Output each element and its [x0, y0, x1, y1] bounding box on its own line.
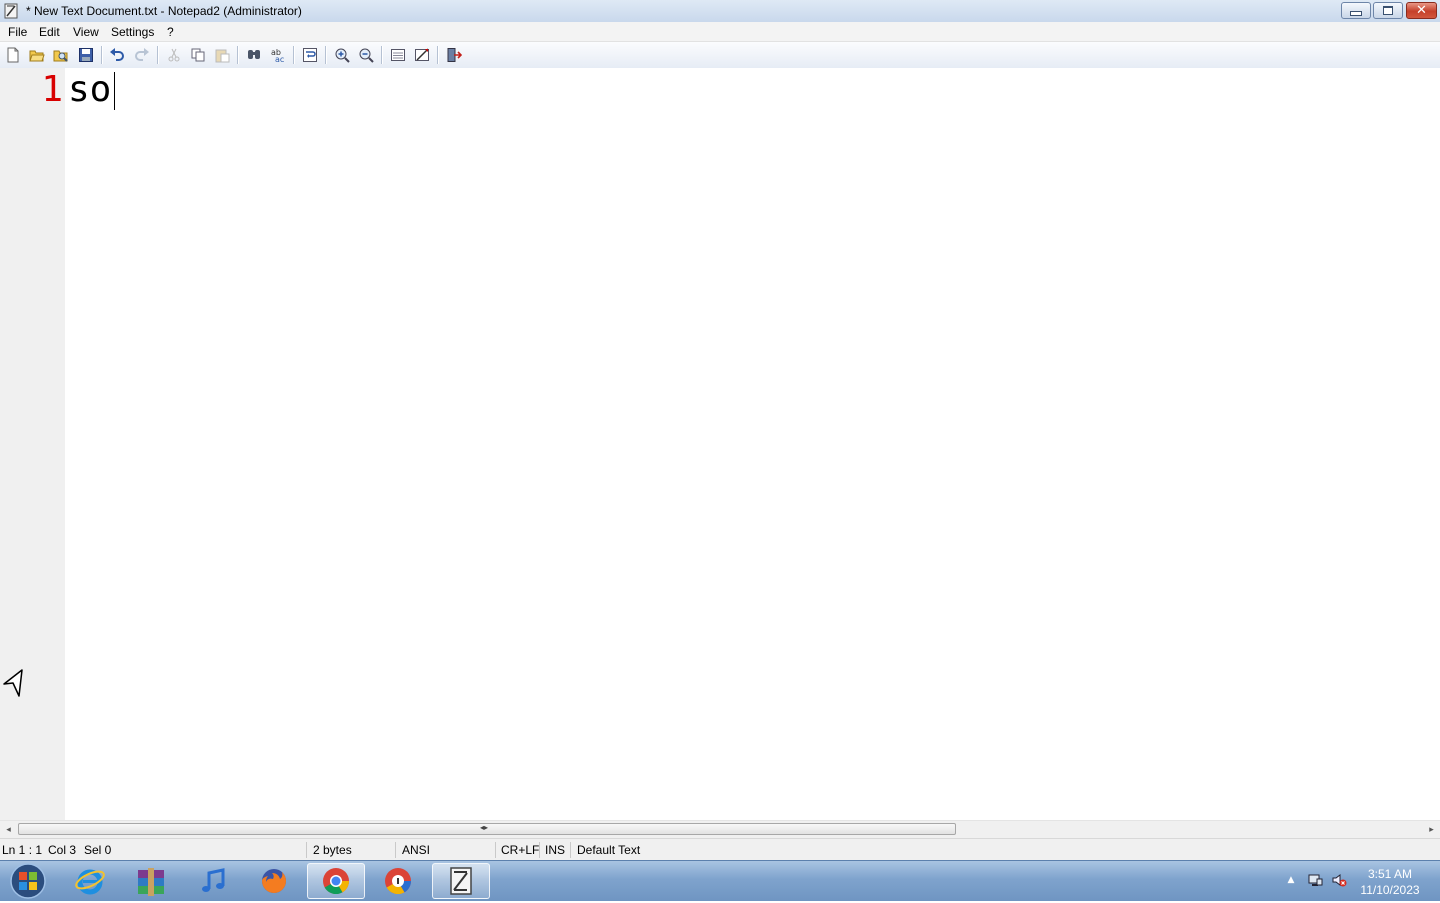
start-button[interactable]	[4, 862, 50, 900]
taskbar-chrome[interactable]	[307, 863, 365, 899]
system-clock[interactable]: 3:51 AM 11/10/2023	[1352, 866, 1428, 898]
taskbar-firefox[interactable]	[245, 863, 303, 899]
new-icon[interactable]	[5, 47, 21, 63]
status-bar: Ln 1 : 1 Col 3 Sel 0 2 bytes ANSI CR+LF …	[0, 838, 1440, 861]
menu-settings[interactable]: Settings	[111, 25, 154, 39]
status-selection: Sel 0	[84, 843, 112, 857]
zoom-in-icon[interactable]	[334, 47, 350, 63]
scheme-icon[interactable]	[390, 47, 406, 63]
scroll-right-arrow-icon[interactable]: ▸	[1423, 821, 1440, 838]
taskbar-internet-explorer[interactable]	[61, 863, 119, 899]
scrollbar-grip-icon: ◂▸	[480, 823, 489, 832]
status-lexer[interactable]: Default Text	[577, 843, 640, 857]
status-divider	[306, 842, 307, 858]
menu-help[interactable]: ?	[167, 25, 174, 39]
windows-start-icon	[10, 863, 46, 899]
status-line: Ln 1 : 1	[2, 843, 43, 857]
volume-muted-icon[interactable]	[1330, 871, 1348, 889]
scroll-left-arrow-icon[interactable]: ◂	[0, 821, 17, 838]
minimize-icon	[1350, 11, 1362, 16]
toolbar-separator	[101, 46, 103, 64]
open-icon[interactable]	[29, 47, 45, 63]
taskbar-chrome-alt[interactable]	[369, 863, 427, 899]
zoom-out-icon[interactable]	[358, 47, 374, 63]
winrar-icon	[138, 868, 164, 896]
mouse-cursor-icon	[3, 669, 23, 697]
menu-file[interactable]: File	[8, 25, 27, 39]
undo-icon[interactable]	[109, 47, 125, 63]
chrome-alt-icon	[385, 868, 412, 895]
restore-icon	[1383, 6, 1393, 15]
notepad2-app-icon[interactable]	[3, 3, 19, 19]
status-size: 2 bytes	[313, 843, 352, 857]
svg-text:ac: ac	[275, 55, 284, 63]
scrollbar-thumb[interactable]: ◂▸	[18, 823, 956, 835]
cut-icon[interactable]	[166, 47, 182, 63]
firefox-icon	[262, 869, 286, 893]
line-number-margin[interactable]: 1	[0, 68, 65, 820]
toolbar-separator	[381, 46, 383, 64]
taskbar-itunes[interactable]	[184, 863, 242, 899]
clock-time: 3:51 AM	[1367, 867, 1413, 881]
horizontal-scrollbar[interactable]: ◂ ◂▸ ▸	[0, 820, 1440, 838]
toolbar-separator	[157, 46, 159, 64]
taskbar-winrar[interactable]	[122, 863, 180, 899]
editor-text-line[interactable]: so	[68, 70, 111, 110]
status-insert-mode[interactable]: INS	[545, 843, 565, 857]
text-caret	[114, 72, 115, 110]
redo-icon[interactable]	[134, 47, 150, 63]
save-icon[interactable]	[78, 47, 94, 63]
toolbar: ab ac	[0, 42, 1440, 69]
internet-explorer-icon	[75, 869, 105, 895]
notepad2-icon	[450, 867, 472, 895]
restore-button[interactable]	[1373, 2, 1403, 19]
show-hidden-icons-button[interactable]: ▲	[1282, 871, 1300, 889]
status-divider	[539, 842, 540, 858]
menu-edit[interactable]: Edit	[39, 25, 60, 39]
exit-icon[interactable]	[446, 47, 462, 63]
menu-view[interactable]: View	[73, 25, 99, 39]
status-encoding[interactable]: ANSI	[402, 843, 430, 857]
copy-icon[interactable]	[190, 47, 206, 63]
toolbar-separator	[437, 46, 439, 64]
status-column: Col 3	[48, 843, 77, 857]
menu-bar: File Edit View Settings ?	[0, 22, 1440, 42]
line-number: 1	[41, 69, 63, 110]
status-divider	[570, 842, 571, 858]
chrome-icon	[323, 868, 350, 895]
customize-scheme-icon[interactable]	[414, 47, 430, 63]
word-wrap-icon[interactable]	[302, 47, 318, 63]
close-button[interactable]: ✕	[1406, 2, 1437, 19]
browse-icon[interactable]	[53, 47, 69, 63]
toolbar-separator	[325, 46, 327, 64]
status-divider	[495, 842, 496, 858]
itunes-icon	[202, 868, 225, 892]
title-bar[interactable]: * New Text Document.txt - Notepad2 (Admi…	[0, 0, 1440, 23]
toolbar-separator	[293, 46, 295, 64]
minimize-button[interactable]	[1341, 2, 1371, 19]
taskbar: ▲ 3:51 AM 11/10/2023	[0, 860, 1440, 901]
status-divider	[395, 842, 396, 858]
replace-icon[interactable]: ab ac	[270, 47, 286, 63]
network-icon[interactable]	[1306, 871, 1324, 889]
find-icon[interactable]	[246, 47, 262, 63]
window-title: * New Text Document.txt - Notepad2 (Admi…	[26, 4, 302, 18]
close-icon: ✕	[1416, 3, 1427, 18]
taskbar-notepad2[interactable]	[432, 863, 490, 899]
status-line-endings[interactable]: CR+LF	[501, 843, 539, 857]
paste-icon[interactable]	[214, 47, 230, 63]
editor-area[interactable]: 1 so	[0, 68, 1440, 820]
clock-date: 11/10/2023	[1360, 883, 1420, 897]
toolbar-separator	[237, 46, 239, 64]
